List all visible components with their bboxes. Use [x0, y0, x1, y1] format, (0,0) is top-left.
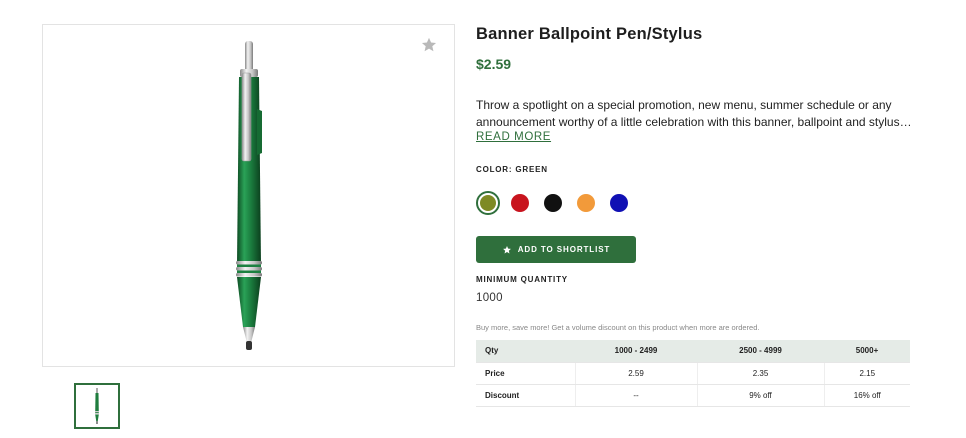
color-swatch-black[interactable]	[544, 194, 562, 212]
star-icon	[502, 245, 511, 253]
pricing-cell: Price	[476, 362, 576, 385]
pricing-header-cell: 1000 - 2499	[575, 340, 697, 363]
pricing-row-price: Price 2.59 2.35 2.15	[476, 362, 910, 385]
read-more-link[interactable]: READ MORE	[476, 131, 551, 143]
pricing-row-discount: Discount -- 9% off 16% off	[476, 384, 910, 407]
pricing-cell: 9% off	[697, 384, 825, 407]
pricing-header-cell: Qty	[476, 340, 575, 363]
color-swatch-blue[interactable]	[610, 194, 628, 212]
add-to-shortlist-button[interactable]: ADD TO SHORTLIST	[476, 236, 636, 263]
color-swatch-red[interactable]	[511, 194, 529, 212]
pricing-cell: --	[575, 384, 698, 407]
pen-thumbnail-image	[95, 388, 99, 424]
pricing-header-cell: 5000+	[824, 340, 910, 363]
add-to-shortlist-label: ADD TO SHORTLIST	[517, 245, 611, 254]
color-label: COLOR: GREEN	[476, 165, 548, 174]
color-swatch-orange[interactable]	[577, 194, 595, 212]
favorite-star-icon[interactable]	[420, 36, 438, 54]
pricing-cell: Discount	[476, 384, 576, 407]
product-title: Banner Ballpoint Pen/Stylus	[476, 25, 703, 43]
pricing-cell: 2.59	[575, 362, 698, 385]
minimum-quantity-label: MINIMUM QUANTITY	[476, 275, 568, 284]
pricing-header-row: Qty 1000 - 2499 2500 - 4999 5000+	[476, 340, 910, 363]
pricing-header-cell: 2500 - 4999	[697, 340, 824, 363]
volume-discount-note: Buy more, save more! Get a volume discou…	[476, 323, 760, 332]
minimum-quantity-value: 1000	[476, 292, 503, 304]
pricing-cell: 2.35	[697, 362, 825, 385]
product-price: $2.59	[476, 56, 512, 72]
product-description: Throw a spotlight on a special promotion…	[476, 98, 912, 129]
pricing-cell: 16% off	[824, 384, 910, 407]
product-main-image[interactable]	[42, 24, 455, 367]
pen-image	[236, 41, 262, 350]
pricing-cell: 2.15	[824, 362, 910, 385]
color-swatch-green[interactable]	[476, 191, 500, 215]
product-thumbnail[interactable]	[74, 383, 120, 429]
pricing-table: Qty 1000 - 2499 2500 - 4999 5000+ Price …	[476, 340, 910, 407]
